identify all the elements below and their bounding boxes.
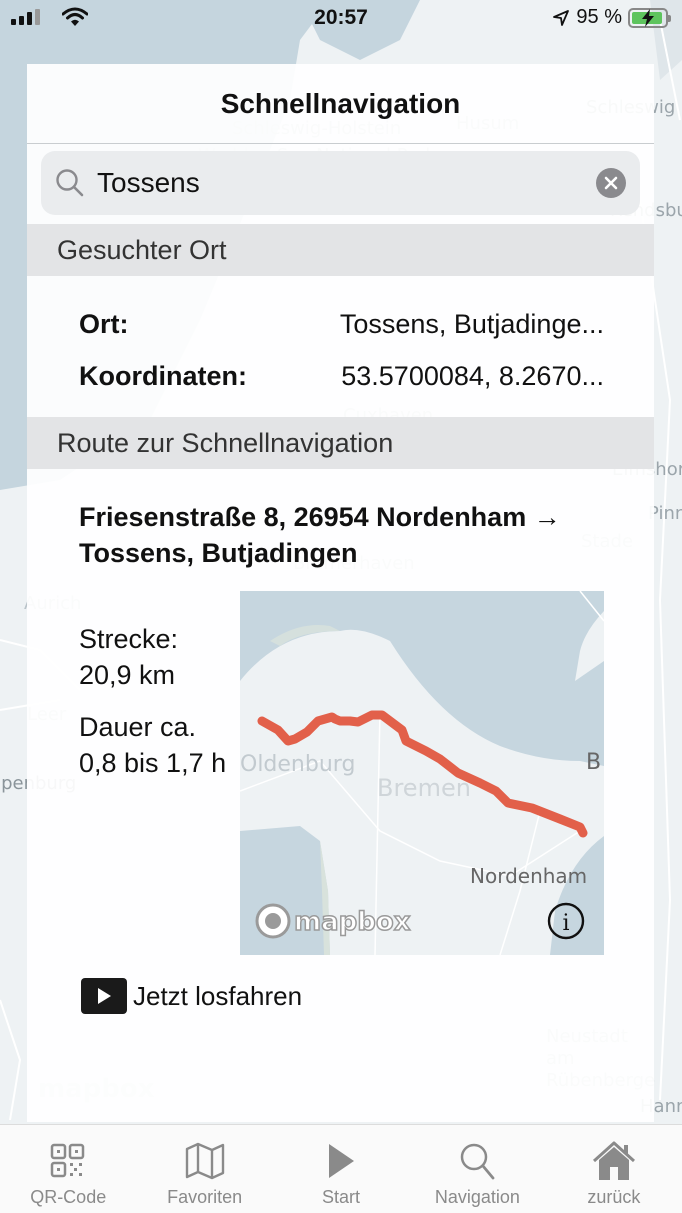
- place-row: Ort: Tossens, Butjadinge...: [27, 298, 654, 350]
- play-icon: [329, 1144, 355, 1178]
- panel-title: Schnellnavigation: [27, 64, 654, 144]
- play-icon: [81, 978, 127, 1014]
- duration-value: 0,8 bis 1,7 h: [79, 748, 227, 778]
- duration-label: Dauer ca.: [79, 712, 197, 742]
- search-field[interactable]: [41, 151, 640, 215]
- searched-place-header: Gesuchter Ort: [27, 224, 654, 276]
- search-input[interactable]: [97, 167, 577, 199]
- location-arrow-icon: [553, 9, 570, 26]
- tab-bar: QR-Code Favoriten Start Navigation zurüc…: [0, 1124, 682, 1213]
- map-label: Bremen: [377, 774, 471, 802]
- search-icon: [56, 169, 84, 197]
- battery-icon: [628, 7, 671, 28]
- route-body: Strecke: 20,9 km Dauer ca. 0,8 bis 1,7 h…: [27, 591, 654, 956]
- tab-start[interactable]: Start: [273, 1125, 409, 1213]
- map-icon: [185, 1142, 224, 1180]
- coordinates-row: Koordinaten: 53.5700084, 8.2670...: [27, 350, 654, 402]
- place-value: Tossens, Butjadinge...: [339, 308, 604, 339]
- charging-bolt-icon: [642, 8, 654, 27]
- map-label: Oldenburg: [240, 752, 355, 777]
- tab-label: QR-Code: [30, 1187, 107, 1207]
- close-icon: [604, 176, 618, 190]
- route-map[interactable]: Oldenburg Bremen Nordenham B mapbox i: [240, 591, 604, 955]
- tab-label: Navigation: [434, 1187, 520, 1207]
- status-bar: 20:57 95 %: [0, 0, 682, 40]
- status-right: 95 %: [552, 6, 671, 29]
- route-title: Friesenstraße 8, 26954 Nordenham → Tosse…: [79, 502, 561, 568]
- tab-favoriten[interactable]: Favoriten: [136, 1125, 272, 1213]
- quick-navigation-panel: Schnellnavigation Gesuchter Ort Ort: Tos…: [27, 64, 654, 1122]
- map-label: Nordenham: [470, 864, 587, 888]
- clear-search-button[interactable]: [596, 168, 626, 198]
- route-header: Route zur Schnellnavigation: [27, 417, 654, 469]
- coordinates-value: 53.5700084, 8.2670...: [341, 360, 604, 391]
- search-icon: [461, 1143, 495, 1180]
- tab-navigation[interactable]: Navigation: [409, 1125, 545, 1213]
- tab-label: Start: [322, 1187, 361, 1207]
- map-label: B: [586, 750, 601, 775]
- battery-percent: 95 %: [576, 6, 622, 28]
- distance-label: Strecke:: [79, 624, 179, 654]
- place-label: Ort:: [79, 308, 129, 339]
- tab-label: Favoriten: [167, 1187, 243, 1207]
- route-stats: Strecke: 20,9 km Dauer ca. 0,8 bis 1,7 h: [79, 621, 226, 781]
- searched-place-info: Ort: Tossens, Butjadinge... Koordinaten:…: [27, 276, 654, 417]
- tab-label: zurück: [587, 1187, 641, 1207]
- mapbox-wordmark: mapbox: [294, 907, 411, 937]
- qr-code-icon: [50, 1143, 85, 1178]
- svg-text:i: i: [562, 911, 569, 936]
- search-bar: [27, 144, 654, 224]
- home-icon: [592, 1141, 635, 1180]
- route-map-svg: Oldenburg Bremen Nordenham B mapbox i: [240, 591, 604, 955]
- tab-qr-code[interactable]: QR-Code: [0, 1125, 136, 1213]
- start-now-button[interactable]: Jetzt losfahren: [81, 978, 302, 1014]
- tab-zurueck[interactable]: zurück: [546, 1125, 682, 1213]
- start-now-label: Jetzt losfahren: [133, 980, 303, 1011]
- distance-value: 20,9 km: [79, 660, 176, 690]
- coordinates-label: Koordinaten:: [79, 360, 247, 391]
- mapbox-logo: mapbox: [255, 903, 411, 939]
